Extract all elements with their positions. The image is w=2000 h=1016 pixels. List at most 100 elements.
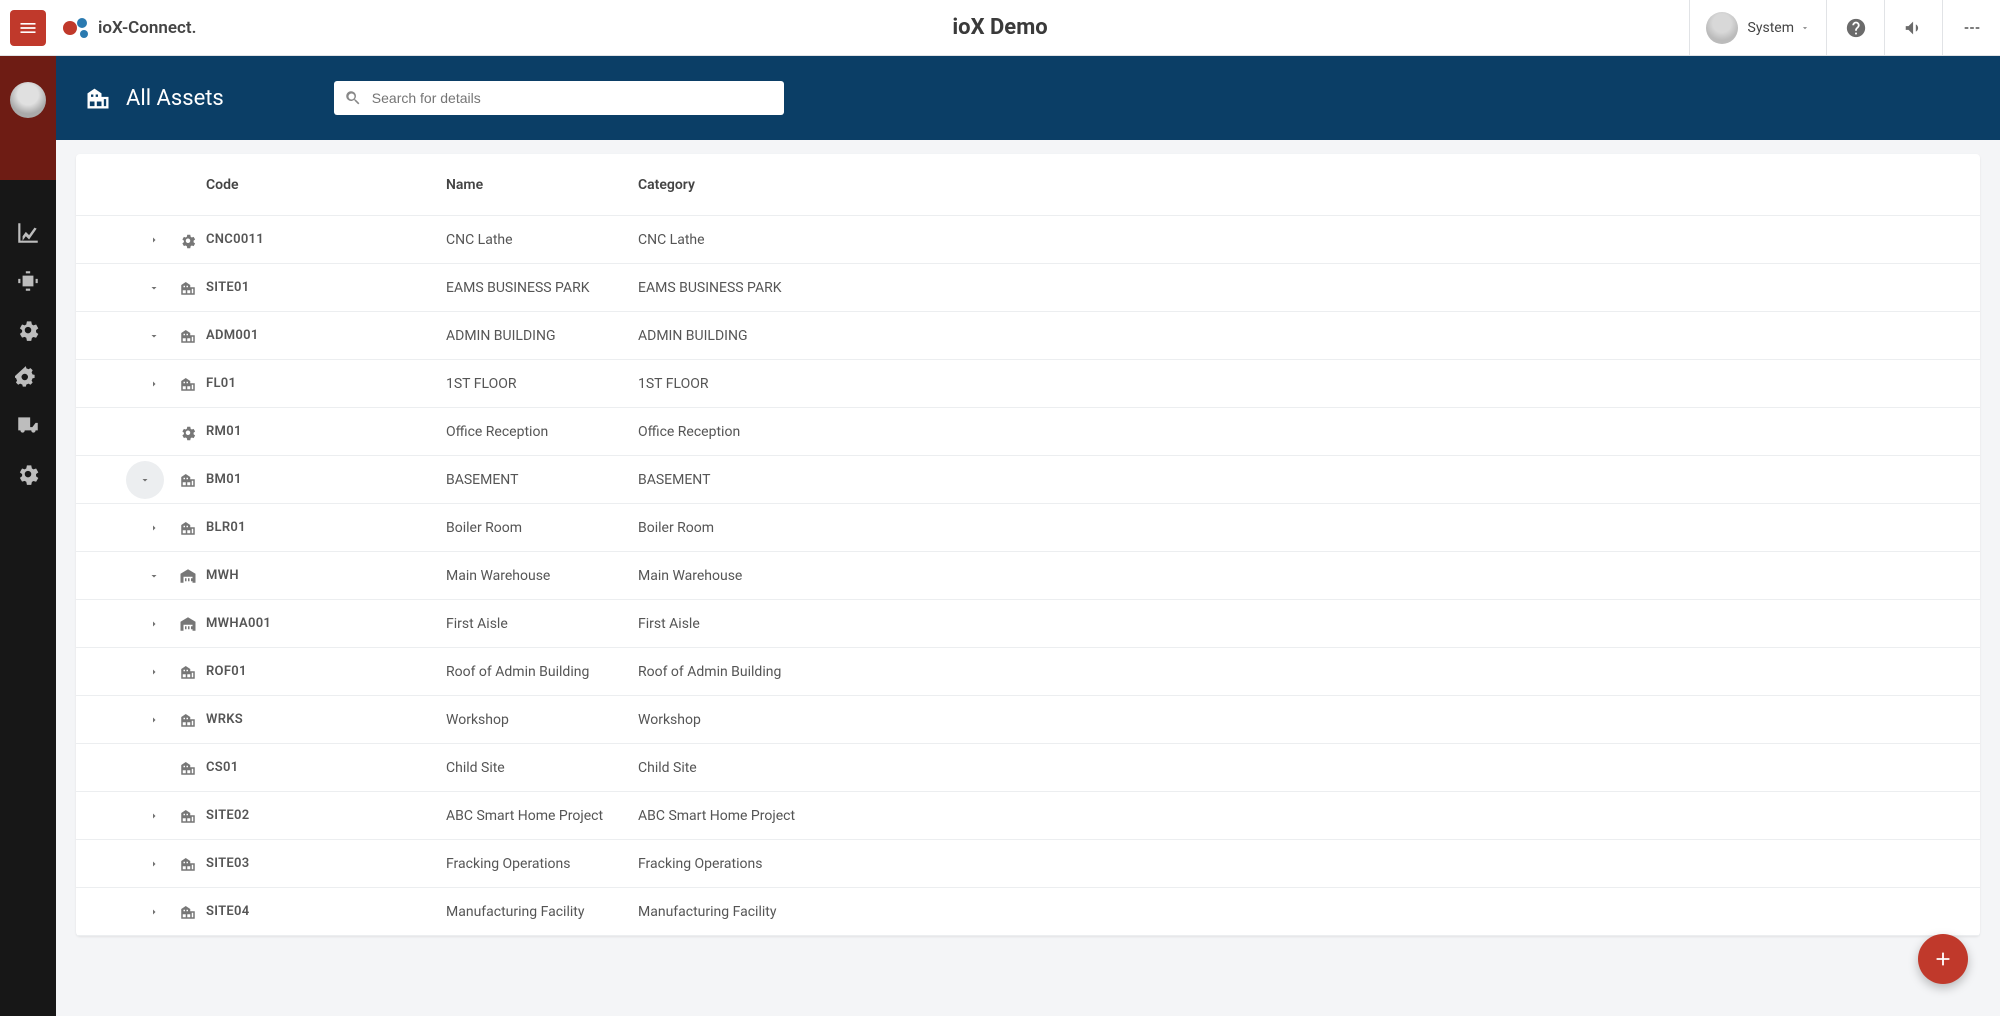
table-header-row: Code Name Category bbox=[76, 154, 1980, 216]
table-row[interactable]: BLR01Boiler RoomBoiler Room bbox=[76, 504, 1980, 552]
row-expander[interactable] bbox=[144, 326, 164, 346]
more-button[interactable] bbox=[1942, 0, 2000, 55]
user-menu[interactable]: System bbox=[1689, 0, 1826, 55]
building-icon bbox=[179, 471, 197, 489]
cell-category: Child Site bbox=[638, 760, 1980, 776]
row-expander[interactable] bbox=[144, 854, 164, 874]
cell-code: SITE04 bbox=[206, 904, 446, 919]
cell-code: CNC0011 bbox=[206, 232, 446, 247]
page-header: All Assets bbox=[56, 56, 2000, 140]
nav-settings-icon[interactable] bbox=[15, 316, 41, 342]
table-row[interactable]: WRKSWorkshopWorkshop bbox=[76, 696, 1980, 744]
cell-name: BASEMENT bbox=[446, 472, 638, 488]
cell-code: MWHA001 bbox=[206, 616, 446, 631]
announcements-button[interactable] bbox=[1884, 0, 1942, 55]
table-row[interactable]: CNC0011CNC LatheCNC Lathe bbox=[76, 216, 1980, 264]
cell-category: Main Warehouse bbox=[638, 568, 1980, 584]
row-expander[interactable] bbox=[126, 461, 164, 499]
row-expander[interactable] bbox=[144, 614, 164, 634]
table-row[interactable]: BM01BASEMENTBASEMENT bbox=[76, 456, 1980, 504]
cell-category: Workshop bbox=[638, 712, 1980, 728]
cell-code: SITE02 bbox=[206, 808, 446, 823]
building-icon bbox=[179, 711, 197, 729]
nav-devices-icon[interactable] bbox=[15, 268, 41, 294]
cell-category: 1ST FLOOR bbox=[638, 376, 1980, 392]
search-input[interactable] bbox=[372, 90, 774, 106]
logo[interactable]: ioX-Connect. bbox=[62, 13, 196, 43]
nav-operations-icon[interactable] bbox=[15, 364, 41, 390]
top-header: ioX-Connect. ioX Demo System bbox=[0, 0, 2000, 56]
content-area: Code Name Category CNC0011CNC LatheCNC L… bbox=[56, 140, 2000, 1016]
user-name-label: System bbox=[1748, 20, 1794, 36]
row-expander[interactable] bbox=[144, 902, 164, 922]
row-expander[interactable] bbox=[144, 710, 164, 730]
table-row[interactable]: SITE03Fracking OperationsFracking Operat… bbox=[76, 840, 1980, 888]
table-row[interactable]: MWHMain WarehouseMain Warehouse bbox=[76, 552, 1980, 600]
cell-code: BLR01 bbox=[206, 520, 446, 535]
cell-code: SITE01 bbox=[206, 280, 446, 295]
table-row[interactable]: ROF01Roof of Admin BuildingRoof of Admin… bbox=[76, 648, 1980, 696]
cell-name: First Aisle bbox=[446, 616, 638, 632]
help-button[interactable] bbox=[1826, 0, 1884, 55]
main-menu-button[interactable] bbox=[10, 10, 46, 46]
row-expander[interactable] bbox=[144, 374, 164, 394]
building-icon bbox=[179, 279, 197, 297]
building-icon bbox=[179, 807, 197, 825]
row-expander[interactable] bbox=[144, 518, 164, 538]
row-expander[interactable] bbox=[144, 806, 164, 826]
building-icon bbox=[179, 519, 197, 537]
cell-name: CNC Lathe bbox=[446, 232, 638, 248]
cell-name: Main Warehouse bbox=[446, 568, 638, 584]
chevron-icon bbox=[148, 858, 160, 870]
nav-dashboard-icon[interactable] bbox=[15, 220, 41, 246]
chevron-icon bbox=[148, 618, 160, 630]
table-row[interactable]: SITE02ABC Smart Home ProjectABC Smart Ho… bbox=[76, 792, 1980, 840]
help-icon bbox=[1845, 17, 1867, 39]
cell-name: ABC Smart Home Project bbox=[446, 808, 638, 824]
cell-code: FL01 bbox=[206, 376, 446, 391]
table-row[interactable]: SITE04Manufacturing FacilityManufacturin… bbox=[76, 888, 1980, 936]
row-expander[interactable] bbox=[144, 230, 164, 250]
table-row[interactable]: MWHA001First AisleFirst Aisle bbox=[76, 600, 1980, 648]
page-title-text: All Assets bbox=[126, 86, 224, 111]
cell-name: Roof of Admin Building bbox=[446, 664, 638, 680]
search-box[interactable] bbox=[334, 81, 784, 115]
col-header-code[interactable]: Code bbox=[206, 177, 446, 193]
table-row[interactable]: FL011ST FLOOR1ST FLOOR bbox=[76, 360, 1980, 408]
logo-mark-icon bbox=[62, 13, 92, 43]
building-icon bbox=[179, 663, 197, 681]
col-header-category[interactable]: Category bbox=[638, 177, 1980, 193]
table-row[interactable]: SITE01EAMS BUSINESS PARKEAMS BUSINESS PA… bbox=[76, 264, 1980, 312]
table-row[interactable]: ADM001ADMIN BUILDINGADMIN BUILDING bbox=[76, 312, 1980, 360]
cell-code: MWH bbox=[206, 568, 446, 583]
megaphone-icon bbox=[1903, 17, 1925, 39]
nav-logistics-icon[interactable] bbox=[15, 412, 41, 438]
left-rail bbox=[0, 56, 56, 1016]
cell-category: ADMIN BUILDING bbox=[638, 328, 1980, 344]
rail-user-avatar-icon bbox=[10, 82, 46, 118]
table-row[interactable]: CS01Child SiteChild Site bbox=[76, 744, 1980, 792]
more-icon bbox=[1961, 17, 1983, 39]
add-asset-button[interactable] bbox=[1918, 934, 1968, 984]
building-icon bbox=[179, 903, 197, 921]
cell-category: Roof of Admin Building bbox=[638, 664, 1980, 680]
rail-user-section[interactable] bbox=[0, 56, 56, 180]
cell-code: RM01 bbox=[206, 424, 446, 439]
cell-name: Child Site bbox=[446, 760, 638, 776]
row-expander[interactable] bbox=[144, 278, 164, 298]
cell-code: SITE03 bbox=[206, 856, 446, 871]
cell-name: Manufacturing Facility bbox=[446, 904, 638, 920]
cell-category: First Aisle bbox=[638, 616, 1980, 632]
row-expander[interactable] bbox=[144, 566, 164, 586]
assets-table: Code Name Category CNC0011CNC LatheCNC L… bbox=[76, 154, 1980, 936]
nav-admin-icon[interactable] bbox=[15, 460, 41, 486]
col-header-name[interactable]: Name bbox=[446, 177, 638, 193]
cell-category: Manufacturing Facility bbox=[638, 904, 1980, 920]
cell-code: ADM001 bbox=[206, 328, 446, 343]
page-title: All Assets bbox=[84, 84, 224, 112]
cell-code: WRKS bbox=[206, 712, 446, 727]
menu-icon bbox=[18, 18, 38, 38]
table-row[interactable]: RM01Office ReceptionOffice Reception bbox=[76, 408, 1980, 456]
cell-category: EAMS BUSINESS PARK bbox=[638, 280, 1980, 296]
row-expander[interactable] bbox=[144, 662, 164, 682]
